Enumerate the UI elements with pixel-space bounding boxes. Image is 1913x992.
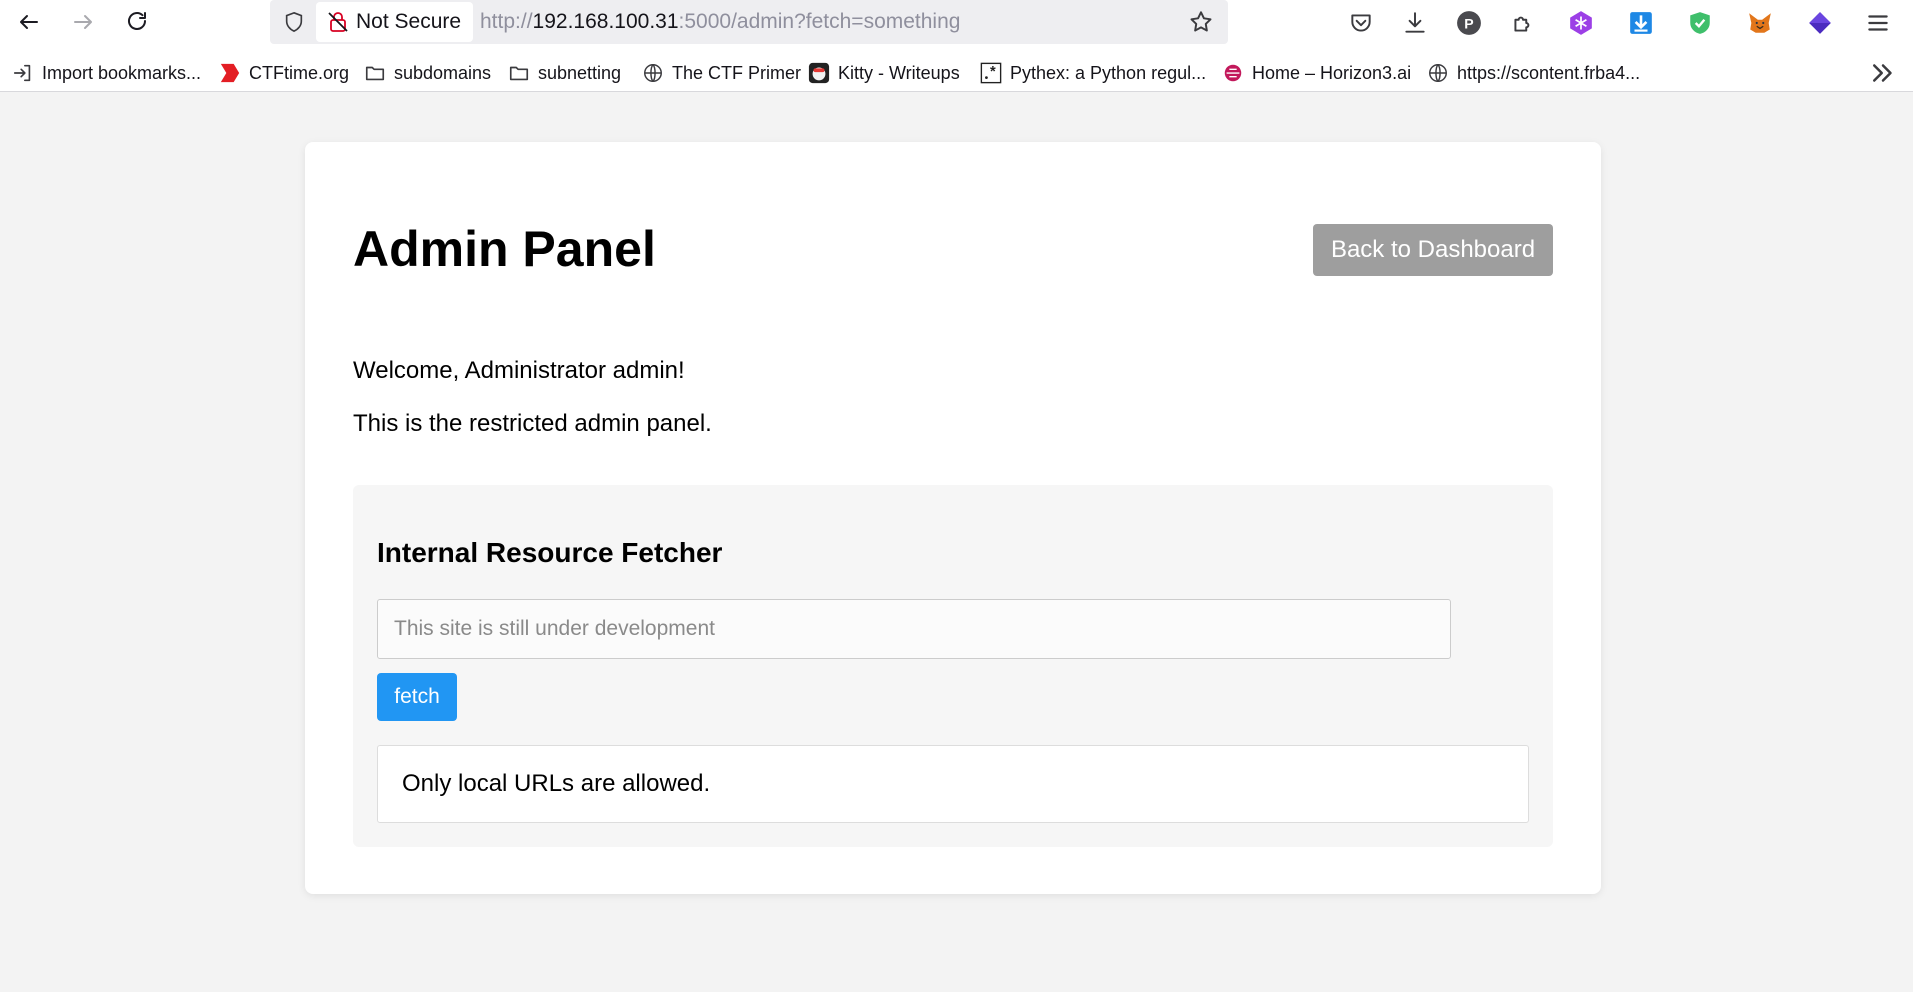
back-arrow-icon[interactable] [11, 4, 47, 40]
restricted-notice: This is the restricted admin panel. [353, 410, 712, 437]
bookmark-kitty[interactable]: Kitty - Writeups [808, 60, 960, 86]
welcome-message: Welcome, Administrator admin! [353, 357, 685, 384]
svg-text:*: * [990, 64, 996, 80]
url-text[interactable]: http://192.168.100.31:5000/admin?fetch=s… [480, 0, 960, 44]
toolbar-spacer [0, 44, 1913, 52]
metamask-fox-icon[interactable] [1745, 8, 1775, 38]
shield-check-extension-icon[interactable] [1685, 8, 1715, 38]
bookmark-label: subnetting [538, 62, 622, 83]
downloads-icon[interactable] [1400, 8, 1430, 38]
back-to-dashboard-button[interactable]: Back to Dashboard [1313, 224, 1553, 276]
bookmark-subnetting[interactable]: subnetting [508, 60, 621, 86]
kitty-icon [808, 62, 830, 84]
url-prefix: http:// [480, 10, 533, 33]
menu-icon[interactable] [1863, 8, 1893, 38]
bookmark-label: Pythex: a Python regul... [1010, 62, 1207, 83]
folder-icon [364, 62, 386, 84]
page-title: Admin Panel [353, 221, 656, 277]
globe-icon [1427, 62, 1449, 84]
bookmark-ctftime[interactable]: CTFtime.org [219, 60, 349, 86]
bookmark-label: subdomains [394, 62, 492, 83]
not-secure-label: Not Secure [356, 10, 462, 33]
reload-icon[interactable] [119, 4, 155, 40]
bookmark-import[interactable]: Import bookmarks... [12, 60, 201, 86]
fetch-url-input[interactable] [377, 599, 1451, 659]
extensions-puzzle-icon[interactable] [1508, 8, 1538, 38]
chevron-double-right-icon[interactable] [1868, 58, 1898, 88]
tracking-shield-icon[interactable] [280, 8, 308, 36]
snowflake-extension-icon[interactable] [1566, 8, 1596, 38]
bookmark-ctf-primer[interactable]: The CTF Primer [642, 60, 801, 86]
p-extension-icon[interactable]: P [1454, 8, 1484, 38]
purple-diamond-extension-icon[interactable] [1805, 8, 1835, 38]
url-bar[interactable]: Not Secure http://192.168.100.31:5000/ad… [270, 0, 1228, 44]
insecure-lock-icon [328, 12, 348, 32]
import-icon [12, 62, 34, 84]
globe-icon [642, 62, 664, 84]
bookmark-label: The CTF Primer [672, 62, 802, 83]
bookmark-label: Import bookmarks... [42, 62, 202, 83]
fetch-result-box: Only local URLs are allowed. [377, 745, 1529, 823]
not-secure-indicator[interactable]: Not Secure [316, 2, 474, 42]
ctftime-flag-icon [219, 62, 241, 84]
folder-icon [508, 62, 530, 84]
bookmark-scontent[interactable]: https://scontent.frba4... [1427, 60, 1640, 86]
download-arrow-extension-icon[interactable] [1626, 8, 1656, 38]
regex-star-icon: * [980, 62, 1002, 84]
bookmark-pythex[interactable]: * Pythex: a Python regul... [980, 60, 1206, 86]
bookmark-label: Home – Horizon3.ai [1252, 62, 1412, 83]
fetch-button[interactable]: fetch [377, 673, 457, 721]
admin-card: Admin Panel Back to Dashboard Welcome, A… [305, 142, 1601, 894]
bookmark-label: https://scontent.frba4... [1457, 62, 1641, 83]
bookmark-horizon3[interactable]: Home – Horizon3.ai [1222, 60, 1411, 86]
bookmark-subdomains[interactable]: subdomains [364, 60, 491, 86]
bookmark-label: Kitty - Writeups [838, 62, 960, 83]
resource-fetcher-panel: Internal Resource Fetcher fetch Only loc… [353, 485, 1553, 847]
horizon3-logo-icon [1222, 62, 1244, 84]
fetcher-title: Internal Resource Fetcher [377, 537, 723, 568]
forward-arrow-icon[interactable] [65, 4, 101, 40]
pocket-icon[interactable] [1346, 8, 1376, 38]
bookmark-star-icon[interactable] [1188, 9, 1214, 35]
bookmark-label: CTFtime.org [249, 62, 350, 83]
url-host: 192.168.100.31 [532, 10, 679, 33]
fetch-result-text: Only local URLs are allowed. [402, 770, 711, 797]
browser-toolbar: Not Secure http://192.168.100.31:5000/ad… [0, 0, 1913, 44]
url-path: :5000/admin?fetch=something [678, 10, 961, 33]
svg-text:P: P [1464, 15, 1473, 31]
